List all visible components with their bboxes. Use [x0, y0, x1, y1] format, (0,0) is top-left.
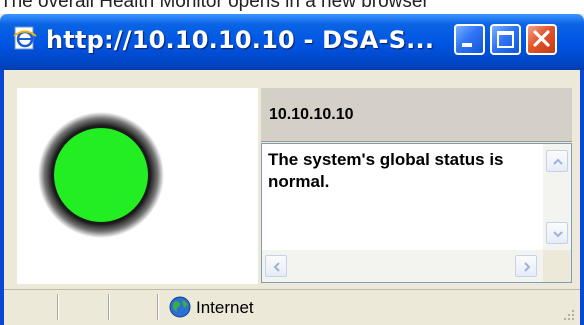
scroll-right-button[interactable] — [515, 255, 537, 277]
scrollbar-corner — [543, 250, 571, 282]
resize-grip-icon[interactable] — [560, 306, 576, 322]
close-icon — [533, 30, 550, 47]
chevron-right-icon — [524, 262, 531, 272]
ie-page-icon — [13, 26, 37, 50]
host-address: 10.10.10.10 — [269, 106, 354, 123]
globe-icon — [169, 296, 191, 318]
window-frame-right — [580, 70, 584, 325]
chevron-down-icon — [553, 231, 563, 238]
status-light-pane — [17, 88, 258, 284]
status-message-box: The system's global status is normal. — [261, 143, 572, 283]
host-header: 10.10.10.10 — [261, 88, 572, 142]
page-caption: The overall Health Monitor opens in a ne… — [0, 0, 429, 12]
minimize-button[interactable] — [454, 24, 485, 55]
status-light-icon — [38, 112, 164, 238]
chevron-left-icon — [273, 262, 280, 272]
minimize-icon — [462, 43, 472, 47]
status-message: The system's global status is normal. — [268, 150, 504, 191]
scroll-left-button[interactable] — [265, 255, 287, 277]
window-title: http://10.10.10.10 - DSA-S... — [46, 26, 435, 54]
maximize-button[interactable] — [490, 24, 521, 55]
scroll-up-button[interactable] — [546, 150, 568, 172]
chevron-up-icon — [553, 158, 563, 165]
status-bar-separator — [108, 294, 110, 320]
title-bar[interactable]: http://10.10.10.10 - DSA-S... — [0, 14, 584, 70]
vertical-scrollbar[interactable] — [543, 144, 571, 250]
browser-window: http://10.10.10.10 - DSA-S... 10.10.10.1… — [0, 14, 584, 325]
maximize-icon — [497, 31, 514, 48]
horizontal-scrollbar[interactable] — [262, 250, 543, 282]
security-zone-label: Internet — [196, 298, 254, 317]
status-bar: Internet — [4, 289, 580, 325]
status-bar-separator — [57, 294, 59, 320]
window-frame-left — [0, 70, 4, 325]
scroll-down-button[interactable] — [546, 222, 568, 244]
status-bar-separator — [157, 294, 159, 320]
close-button[interactable] — [526, 24, 557, 55]
